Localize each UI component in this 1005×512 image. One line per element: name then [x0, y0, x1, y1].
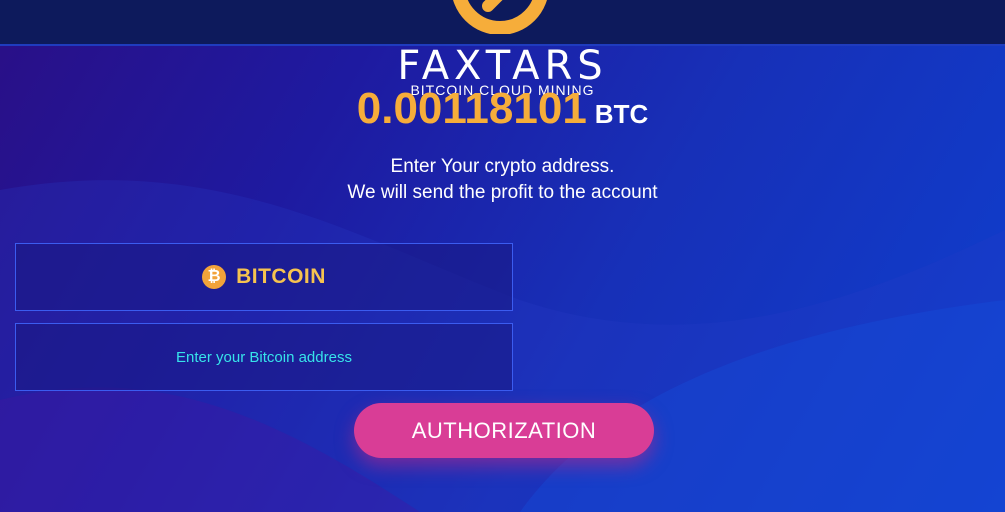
bitcoin-address-input[interactable] — [16, 324, 512, 390]
instructions: Enter Your crypto address. We will send … — [0, 154, 1005, 206]
currency-label: BITCOIN — [236, 265, 326, 288]
bitcoin-icon: ₿ — [202, 265, 227, 289]
authorization-button[interactable]: AUTHORIZATION — [354, 403, 654, 458]
faxtars-logo-icon — [453, 0, 547, 34]
instructions-line-2: We will send the profit to the account — [347, 182, 658, 203]
balance-display: 0.00118101 BTC — [0, 84, 1005, 144]
balance-unit: BTC — [594, 99, 649, 129]
instructions-line-1: Enter Your crypto address. — [390, 156, 615, 177]
currency-selector[interactable]: ₿ BITCOIN — [15, 243, 513, 311]
balance-amount: 0.00118101 — [356, 84, 587, 133]
address-field-container — [15, 323, 513, 391]
